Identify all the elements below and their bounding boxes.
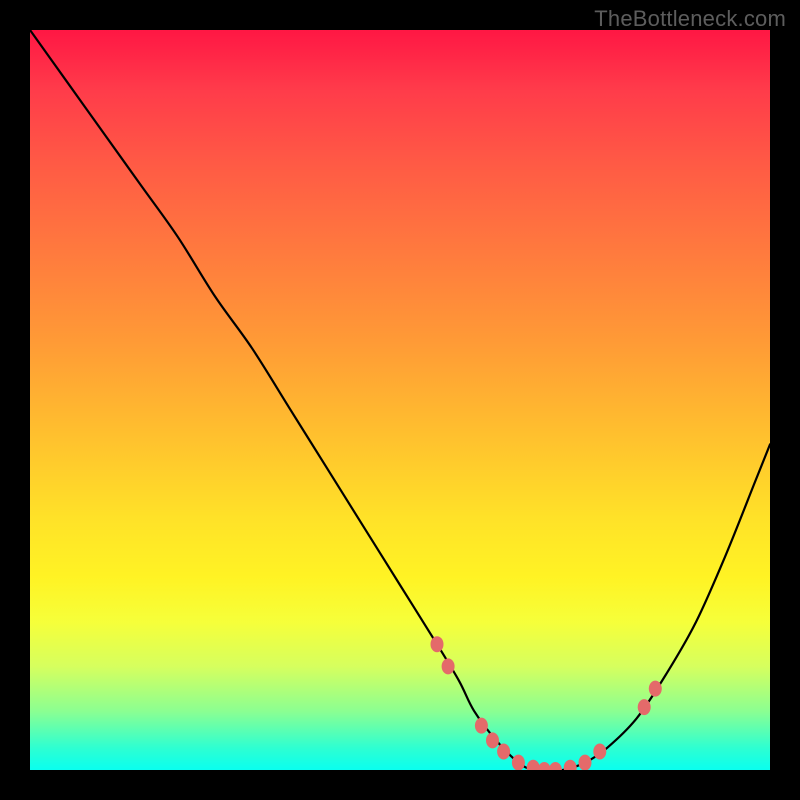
curve-marker	[442, 658, 455, 674]
curve-marker	[538, 762, 551, 770]
bottleneck-curve	[30, 30, 770, 770]
curve-marker	[579, 755, 592, 770]
curve-marker	[527, 760, 540, 770]
curve-marker	[564, 760, 577, 770]
curve-marker	[512, 755, 525, 770]
curve-marker	[649, 681, 662, 697]
curve-layer	[30, 30, 770, 770]
curve-marker	[486, 732, 499, 748]
curve-markers	[431, 636, 662, 770]
curve-marker	[549, 762, 562, 770]
curve-marker	[638, 699, 651, 715]
curve-marker	[497, 744, 510, 760]
plot-area	[30, 30, 770, 770]
curve-marker	[475, 718, 488, 734]
chart-frame: TheBottleneck.com	[0, 0, 800, 800]
watermark-text: TheBottleneck.com	[594, 6, 786, 32]
curve-marker	[431, 636, 444, 652]
curve-marker	[593, 744, 606, 760]
